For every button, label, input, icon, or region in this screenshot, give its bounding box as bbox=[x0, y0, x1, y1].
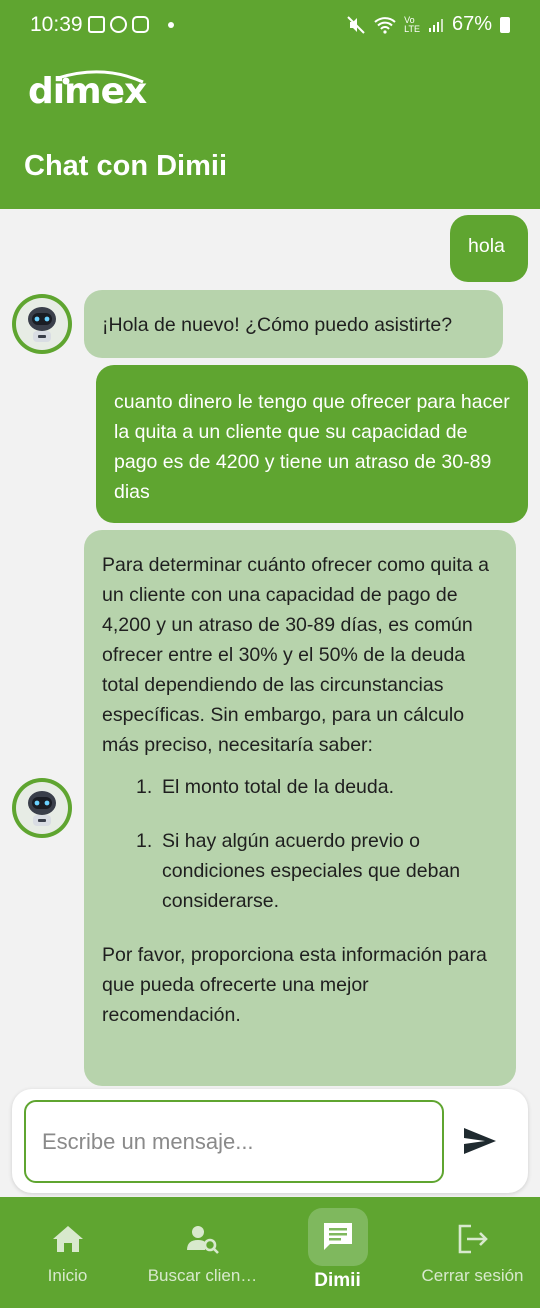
user-message-bubble: hola bbox=[450, 215, 528, 282]
list-text: Si hay algún acuerdo previo o condicione… bbox=[162, 830, 461, 912]
robot-icon bbox=[28, 307, 56, 342]
nav-label: Dimii bbox=[314, 1270, 361, 1291]
list-number: 1. bbox=[136, 776, 153, 798]
message-text: cuanto dinero le tengo que ofrecer para … bbox=[114, 391, 510, 503]
nav-item-inicio[interactable]: Inicio bbox=[0, 1197, 135, 1308]
nav-label: Inicio bbox=[47, 1266, 88, 1285]
page-title: Chat con Dimii bbox=[24, 150, 228, 182]
home-icon bbox=[52, 1226, 83, 1252]
nav-label: Cerrar sesión bbox=[421, 1266, 524, 1285]
message-composer bbox=[12, 1089, 528, 1193]
signal-icon bbox=[428, 18, 443, 32]
bot-message-bubble: ¡Hola de nuevo! ¿Cómo puedo asistirte? bbox=[84, 290, 503, 358]
list-number: 1. bbox=[136, 830, 153, 852]
nav-label: Buscar clien… bbox=[147, 1266, 258, 1285]
message-text: hola bbox=[468, 235, 505, 257]
chat-area[interactable]: hola ¡Hola de nuevo! ¿Cómo puedo asistir… bbox=[0, 209, 540, 1089]
message-input[interactable] bbox=[24, 1100, 444, 1183]
nav-item-dimii[interactable]: Dimii bbox=[270, 1197, 405, 1308]
gallery-icon bbox=[88, 16, 105, 33]
list-item: 1. El monto total de la deuda. bbox=[136, 772, 498, 802]
bottom-navigation: Inicio Buscar clien… Dimii Cerrar sesión bbox=[0, 1197, 540, 1308]
logo-text: dimex bbox=[28, 71, 147, 112]
instagram-icon bbox=[132, 16, 149, 33]
battery-icon bbox=[500, 16, 510, 33]
message-text: ¡Hola de nuevo! ¿Cómo puedo asistirte? bbox=[102, 314, 453, 336]
volte-icon: Vo LTE bbox=[404, 14, 420, 34]
logout-icon bbox=[458, 1224, 488, 1254]
dimex-logo: dimex bbox=[28, 68, 158, 112]
bot-avatar bbox=[12, 294, 72, 354]
robot-icon bbox=[28, 791, 56, 826]
bot-avatar bbox=[12, 778, 72, 838]
app-header: dimex Chat con Dimii bbox=[0, 52, 540, 209]
message-list: 1. El monto total de la deuda. 1. Si hay… bbox=[102, 772, 498, 916]
send-button[interactable] bbox=[460, 1119, 500, 1163]
list-item: 1. Si hay algún acuerdo previo o condici… bbox=[136, 826, 498, 916]
nav-item-buscar-clientes[interactable]: Buscar clien… bbox=[135, 1197, 270, 1308]
send-icon bbox=[464, 1128, 496, 1154]
wifi-icon bbox=[374, 16, 396, 34]
search-user-icon bbox=[186, 1226, 219, 1254]
message-intro: Para determinar cuánto ofrecer como quit… bbox=[102, 554, 489, 756]
chat-icon bbox=[323, 1223, 352, 1250]
bot-message-bubble: Para determinar cuánto ofrecer como quit… bbox=[84, 530, 516, 1086]
message-outro: Por favor, proporciona esta información … bbox=[102, 944, 487, 1026]
status-time: 10:39 bbox=[30, 13, 83, 36]
battery-level: 67% bbox=[451, 13, 492, 35]
mute-icon bbox=[347, 15, 365, 34]
whatsapp-icon bbox=[110, 16, 127, 33]
status-bar: 10:39 Vo LTE 67% bbox=[0, 0, 540, 52]
dot-icon bbox=[168, 21, 174, 28]
list-text: El monto total de la deuda. bbox=[162, 776, 394, 798]
nav-item-cerrar-sesion[interactable]: Cerrar sesión bbox=[405, 1197, 540, 1308]
user-message-bubble: cuanto dinero le tengo que ofrecer para … bbox=[96, 365, 528, 523]
